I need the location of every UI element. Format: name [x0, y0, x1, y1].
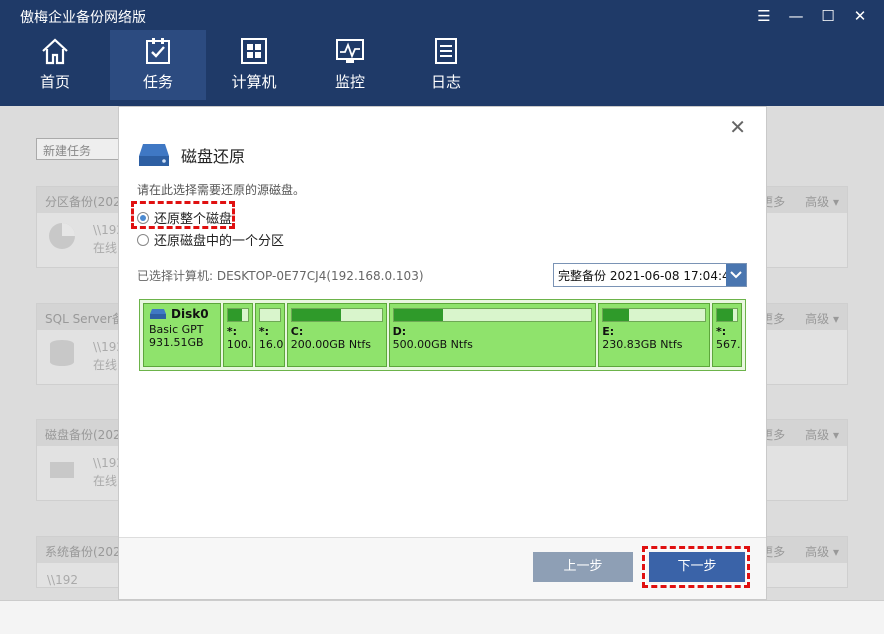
- windows-icon: [241, 38, 267, 64]
- usage-fill: [291, 309, 342, 321]
- partition-block[interactable]: E: 230.83GB Ntfs: [598, 303, 711, 367]
- maximize-icon[interactable]: ☐: [818, 6, 838, 26]
- disk-header[interactable]: Disk0 Basic GPT 931.51GB: [143, 303, 221, 367]
- nav-item-task[interactable]: 任务: [110, 30, 206, 100]
- minimize-icon[interactable]: —: [786, 6, 806, 26]
- advanced-menu[interactable]: 高级 ▾: [805, 543, 839, 559]
- partition-block[interactable]: *: 100.: [222, 303, 253, 367]
- task-title: SQL Server备: [45, 312, 124, 326]
- disk-size: 931.51GB: [149, 336, 204, 349]
- advanced-menu[interactable]: 高级 ▾: [805, 310, 839, 326]
- home-icon: [42, 38, 68, 65]
- advanced-menu[interactable]: 高级 ▾: [805, 193, 839, 209]
- partition-label: *:: [716, 325, 727, 338]
- app-title: 傲梅企业备份网络版: [20, 10, 146, 26]
- dialog-close-icon[interactable]: ✕: [729, 115, 746, 139]
- window-controls: ☰ — ☐ ✕: [754, 6, 870, 26]
- monitor-icon: [336, 39, 364, 63]
- backup-version-value: 完整备份 2021-06-08 17:04:42: [558, 268, 726, 283]
- radio-button[interactable]: [137, 233, 149, 246]
- partition-size: 230.83GB Ntfs: [602, 338, 683, 351]
- status-bar: [0, 600, 884, 634]
- partition-size: 200.00GB Ntfs: [290, 338, 371, 351]
- next-button[interactable]: 下一步: [649, 552, 745, 582]
- nav-label-monitor: 监控: [334, 73, 365, 91]
- close-icon[interactable]: ✕: [850, 6, 870, 26]
- partition-label: E:: [602, 325, 615, 338]
- title-bar: 傲梅企业备份网络版 ☰ — ☐ ✕ 首页 任务 计算机 监控 日志: [0, 0, 884, 106]
- disk-type: Basic GPT: [149, 323, 204, 336]
- usage-fill: [603, 309, 629, 321]
- dialog-prompt: 请在此选择需要还原的源磁盘。: [137, 183, 306, 197]
- hard-drive-icon: [150, 309, 166, 319]
- partition-block[interactable]: D: 500.00GB Ntfs: [388, 303, 597, 367]
- menu-icon[interactable]: ☰: [754, 6, 774, 26]
- partition-block[interactable]: *: 16.0: [254, 303, 285, 367]
- selected-computer-label: 已选择计算机: DESKTOP-0E77CJ4(192.168.0.103): [137, 269, 424, 283]
- partition-size: 567.: [716, 338, 741, 351]
- radio-restore-whole-disk[interactable]: 还原整个磁盘: [137, 208, 232, 227]
- partition-block[interactable]: C: 200.00GB Ntfs: [286, 303, 387, 367]
- main-nav: 首页 任务 计算机 监控 日志: [0, 30, 494, 106]
- prev-button[interactable]: 上一步: [533, 552, 633, 582]
- advanced-menu[interactable]: 高级 ▾: [805, 426, 839, 442]
- dialog-footer: 上一步 下一步: [119, 537, 766, 599]
- disk-name: Disk0: [171, 307, 209, 321]
- log-icon: [435, 38, 457, 64]
- task-title: 分区备份(202: [45, 195, 121, 209]
- nav-label-computer: 计算机: [231, 73, 277, 91]
- radio-label: 还原整个磁盘: [154, 212, 233, 227]
- disk-map: Disk0 Basic GPT 931.51GB *: 100. *: 16.0…: [139, 299, 746, 371]
- partition-icon: [49, 223, 75, 249]
- nav-label-log: 日志: [430, 73, 461, 91]
- nav-item-computer[interactable]: 计算机: [206, 30, 302, 100]
- radio-label: 还原磁盘中的一个分区: [154, 234, 285, 249]
- nav-item-log[interactable]: 日志: [398, 30, 494, 100]
- nav-label-home: 首页: [39, 73, 70, 91]
- backup-version-select[interactable]: 完整备份 2021-06-08 17:04:42: [553, 263, 747, 287]
- partition-size: 16.0: [258, 338, 284, 351]
- database-icon: [50, 340, 74, 366]
- usage-fill: [393, 309, 444, 321]
- nav-item-home[interactable]: 首页: [0, 30, 110, 100]
- partition-label: *:: [258, 325, 269, 338]
- partition-size: 500.00GB Ntfs: [392, 338, 473, 351]
- partition-label: *:: [226, 325, 238, 338]
- nav-label-task: 任务: [142, 73, 173, 91]
- disk-icon: [50, 462, 74, 478]
- partition-label: D:: [392, 325, 407, 338]
- chevron-down-icon[interactable]: [726, 264, 746, 286]
- task-title: 系统备份(202: [45, 545, 121, 559]
- dialog-title-text: 磁盘还原: [181, 147, 246, 166]
- usage-fill: [717, 309, 733, 321]
- partition-size: 100.: [226, 338, 252, 351]
- radio-restore-partition[interactable]: 还原磁盘中的一个分区: [137, 230, 284, 249]
- partition-block[interactable]: *: 567.: [712, 303, 742, 367]
- task-path: \\192: [47, 573, 78, 587]
- task-icon: [146, 38, 170, 64]
- partition-label: C:: [290, 325, 304, 338]
- dialog-title: 磁盘还原: [137, 142, 245, 168]
- disk-restore-dialog: ✕ 磁盘还原 请在此选择需要还原的源磁盘。 还原整个磁盘 还原磁盘中的一个分区 …: [118, 106, 767, 600]
- radio-button-checked[interactable]: [137, 211, 149, 224]
- disk-icon: [139, 144, 169, 166]
- usage-fill: [227, 309, 242, 321]
- task-title: 磁盘备份(202: [45, 428, 121, 442]
- nav-item-monitor[interactable]: 监控: [302, 30, 398, 100]
